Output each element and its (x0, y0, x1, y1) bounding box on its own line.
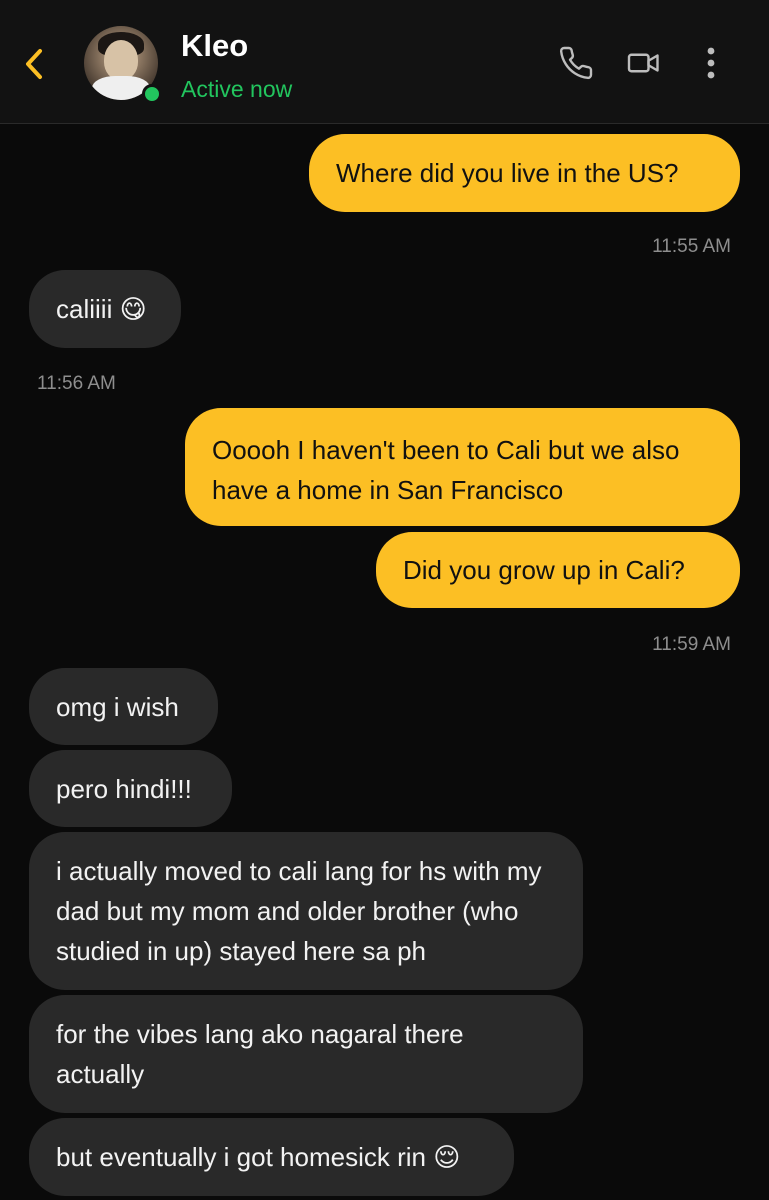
message-timestamp: 11:55 AM (652, 236, 731, 257)
message-timestamp: 11:56 AM (37, 373, 116, 394)
message-bubble-outgoing[interactable]: Where did you live in the US? (309, 134, 740, 212)
message-bubble-incoming[interactable]: i actually moved to cali lang for hs wit… (29, 832, 583, 990)
message-bubble-outgoing[interactable]: Did you grow up in Cali? (376, 532, 740, 608)
more-options-button[interactable] (696, 42, 726, 84)
message-bubble-incoming[interactable]: caliiii 😋 (29, 270, 181, 348)
contact-name[interactable]: Kleo (181, 28, 248, 64)
chevron-left-icon (26, 49, 42, 79)
more-vertical-icon (707, 47, 715, 79)
online-indicator (142, 84, 162, 104)
message-bubble-incoming[interactable]: pero hindi!!! (29, 750, 232, 827)
call-button[interactable] (556, 42, 596, 84)
message-bubble-incoming[interactable]: but eventually i got homesick rin 😌 (29, 1118, 514, 1196)
message-bubble-incoming[interactable]: omg i wish (29, 668, 218, 745)
contact-avatar[interactable] (84, 26, 162, 104)
contact-status: Active now (181, 76, 293, 102)
message-bubble-outgoing[interactable]: Ooooh I haven't been to Cali but we also… (185, 408, 740, 526)
video-camera-icon (627, 53, 659, 73)
phone-icon (559, 46, 593, 80)
chat-header: Kleo Active now (0, 0, 769, 124)
message-timestamp: 11:59 AM (652, 634, 731, 655)
message-bubble-incoming[interactable]: for the vibes lang ako nagaral there act… (29, 995, 583, 1113)
video-call-button[interactable] (624, 42, 664, 84)
back-button[interactable] (18, 44, 50, 84)
